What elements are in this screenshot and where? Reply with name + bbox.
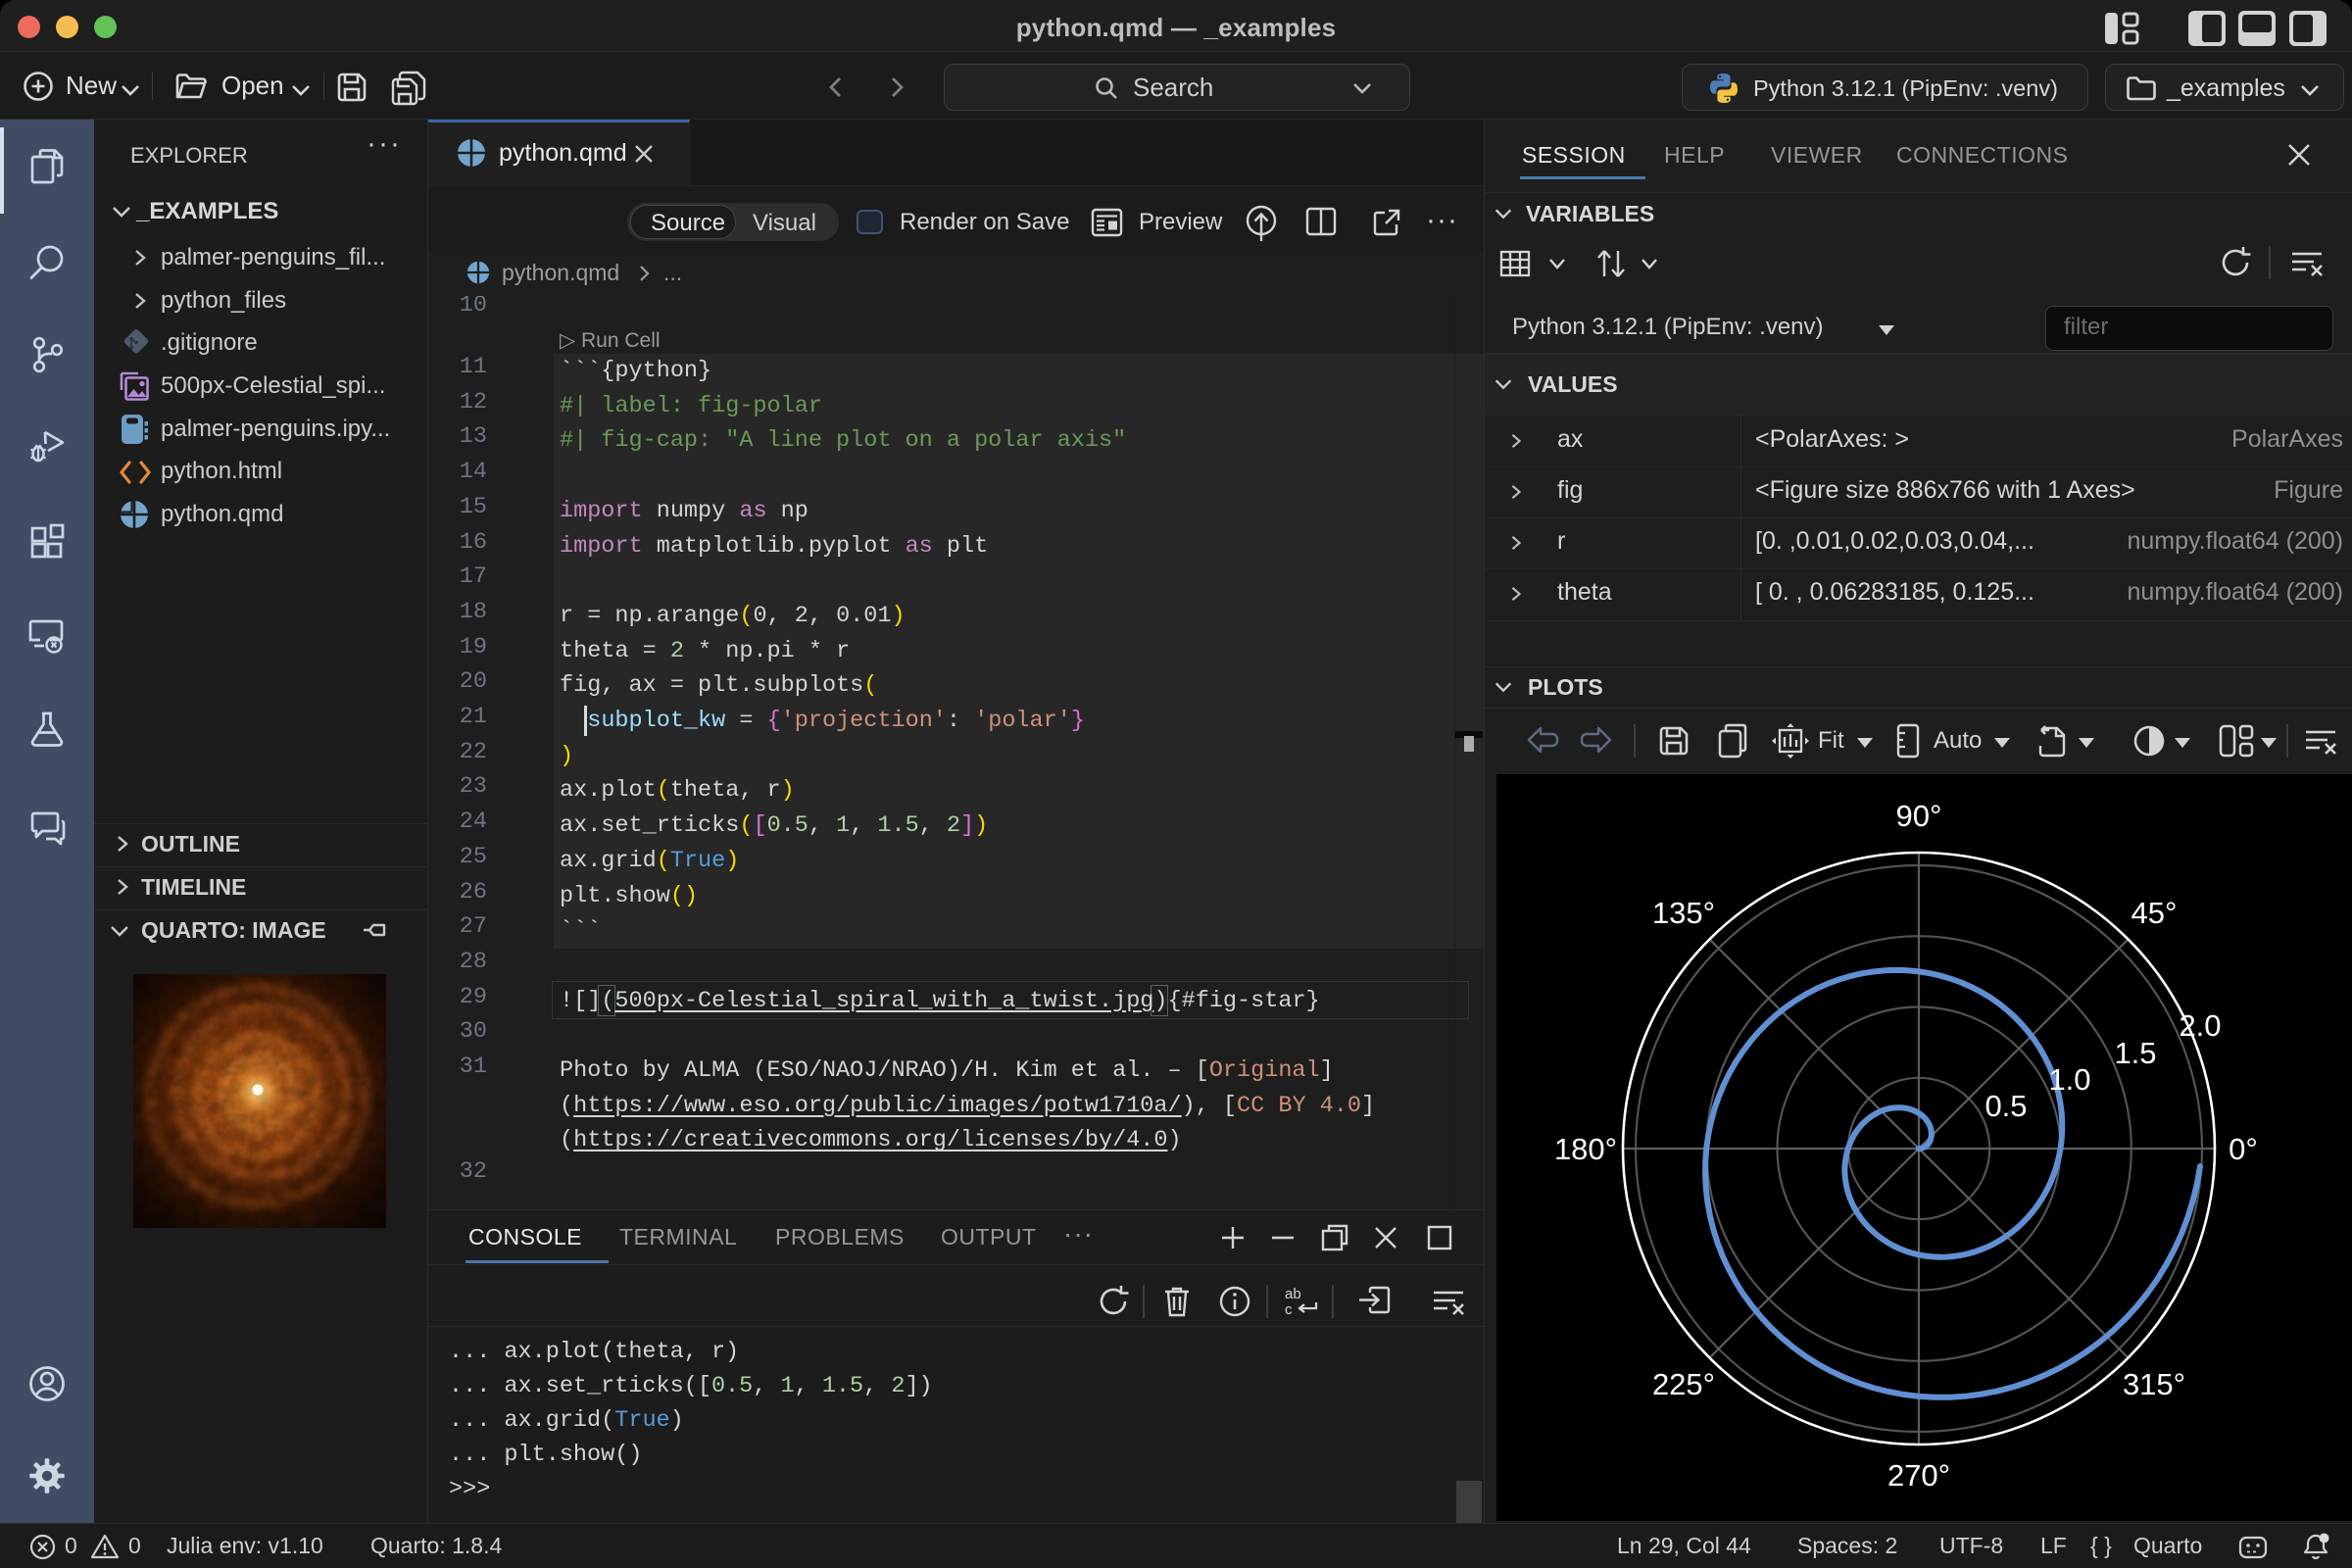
- svg-text:45°: 45°: [2132, 896, 2178, 930]
- svg-text:180°: 180°: [1554, 1132, 1617, 1166]
- svg-text:c: c: [1285, 1301, 1293, 1318]
- svg-text:270°: 270°: [1887, 1458, 1950, 1493]
- svg-text:2.0: 2.0: [2179, 1008, 2221, 1043]
- svg-text:90°: 90°: [1896, 799, 1942, 833]
- svg-text:0.5: 0.5: [1984, 1089, 2027, 1123]
- svg-text:135°: 135°: [1652, 896, 1715, 930]
- svg-text:1.5: 1.5: [2114, 1036, 2156, 1070]
- svg-text:225°: 225°: [1652, 1367, 1715, 1401]
- svg-text:315°: 315°: [2123, 1367, 2185, 1401]
- svg-text:ab: ab: [1285, 1286, 1301, 1302]
- svg-text:1.0: 1.0: [2048, 1062, 2090, 1097]
- svg-text:0°: 0°: [2229, 1132, 2258, 1166]
